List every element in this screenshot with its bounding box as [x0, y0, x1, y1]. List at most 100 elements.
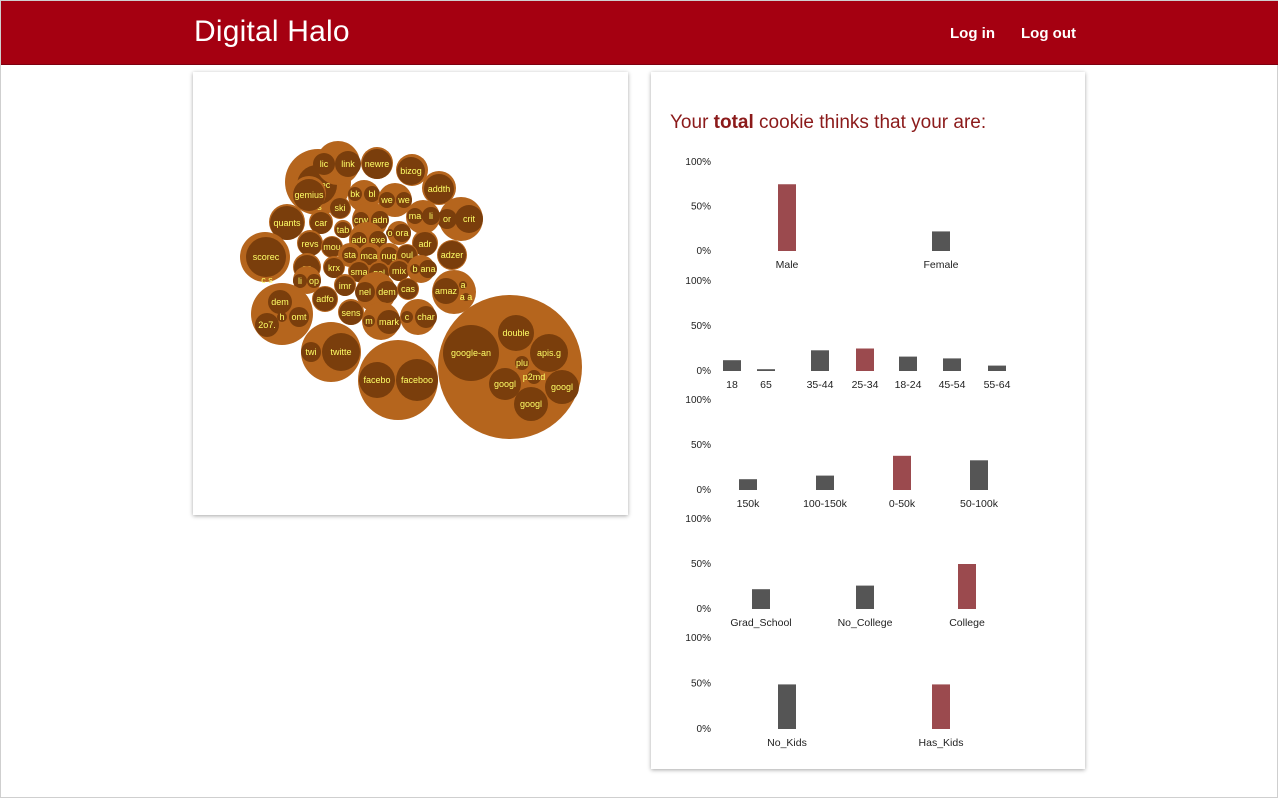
domain-label: dem: [378, 287, 396, 297]
bubble-cluster[interactable]: google-andoubleapis.gplup2mdgoogl googlgo…: [438, 295, 582, 439]
bubble-cluster[interactable]: dem h omt 2o7.: [251, 283, 313, 345]
domain-label: sta: [344, 250, 356, 260]
domain-label: facebo: [363, 375, 390, 385]
brand-title[interactable]: Digital Halo: [194, 15, 350, 49]
domain-label: scorec: [253, 252, 280, 262]
bar: [899, 356, 917, 371]
bar: [932, 684, 950, 729]
bubble-cluster[interactable]: ma li: [406, 200, 440, 234]
domain-label: googl: [551, 382, 573, 392]
domain-label: ado: [351, 235, 366, 245]
domain-label: nel: [359, 287, 371, 297]
bubble-cluster[interactable]: scorec c s: [240, 232, 290, 285]
domain-label: cas: [401, 284, 416, 294]
y-tick-label: 100%: [685, 633, 711, 644]
bubble-cluster[interactable]: m mark: [362, 302, 401, 340]
domain-label: ski: [335, 203, 346, 213]
bubble-cluster[interactable]: newre: [361, 147, 393, 179]
y-tick-label: 50%: [691, 440, 711, 451]
domain-label: addth: [428, 184, 451, 194]
domain-label: twitte: [330, 347, 351, 357]
bubble-cluster[interactable]: tab: [334, 220, 352, 238]
bubble-cluster[interactable]: revs: [297, 230, 323, 256]
y-tick-label: 100%: [685, 514, 711, 525]
y-tick-label: 100%: [685, 395, 711, 406]
bar: [811, 350, 829, 371]
domain-label: tab: [337, 225, 350, 235]
domain-label: crit: [463, 214, 475, 224]
domain-label: we: [397, 195, 410, 205]
domain-label: omt: [291, 312, 307, 322]
bubble-cluster[interactable]: facebo faceboo: [358, 340, 438, 420]
domain-label: dem: [271, 297, 289, 307]
category-label: Grad_School: [730, 617, 791, 629]
domain-label: p2md: [523, 372, 546, 382]
bubble-cluster[interactable]: amaza a a: [432, 270, 476, 314]
profile-panel: Your total cookie thinks that your are: …: [651, 72, 1085, 769]
bubble-cluster[interactable]: bizog: [396, 154, 428, 186]
bubble-cluster[interactable]: sens: [338, 299, 364, 325]
domain-label: a a: [460, 292, 473, 302]
bubble-cluster[interactable]: mix: [388, 259, 410, 281]
bubble-cluster[interactable]: imr: [334, 274, 356, 296]
bar: [723, 360, 741, 371]
y-tick-label: 50%: [691, 679, 711, 690]
bar: [988, 365, 1006, 371]
domain-label: char: [417, 312, 435, 322]
bar: [970, 460, 988, 490]
y-tick-label: 100%: [685, 157, 711, 168]
domain-label: 2o7.: [258, 320, 276, 330]
bar: [816, 475, 834, 490]
category-label: 55-64: [984, 379, 1011, 391]
domain-label: op: [309, 276, 319, 286]
logout-link[interactable]: Log out: [1021, 25, 1076, 42]
y-tick-label: 0%: [697, 366, 712, 377]
domain-label: we: [380, 195, 393, 205]
demographic-bar-charts: 100% 50% 0% Male Female 100% 50% 0% 18 65 35-44 25-…: [685, 157, 1010, 749]
bar: [752, 589, 770, 609]
domain-label: bizog: [400, 166, 422, 176]
bubble-cluster[interactable]: adfo: [312, 286, 338, 312]
domain-label: li: [298, 276, 302, 286]
domain-label: or: [443, 214, 451, 224]
domain-label: o: [387, 228, 392, 238]
category-label: 50-100k: [960, 498, 999, 510]
domain-label: car: [315, 218, 328, 228]
bar: [757, 369, 775, 371]
domain-label: twi: [306, 347, 317, 357]
y-tick-label: 50%: [691, 559, 711, 570]
bar: [778, 684, 796, 729]
bar: [739, 479, 757, 490]
domain-label: adzer: [441, 250, 464, 260]
bar: [856, 585, 874, 609]
domain-label: mark: [379, 317, 399, 327]
domain-label: amaz: [435, 286, 458, 296]
bar-chart: 100% 50% 0% Grad_School No_College College: [685, 514, 985, 629]
bubble-cluster[interactable]: c char: [400, 299, 437, 335]
domain-label: plu: [516, 358, 528, 368]
domain-label: krx: [328, 263, 340, 273]
domain-label: googl: [520, 399, 542, 409]
category-label: 35-44: [807, 379, 834, 391]
bar-chart: 100% 50% 0% 18 65 35-44 25-34 18-24 45-54 55-64: [685, 276, 1010, 391]
bar-chart: 100% 50% 0% Male Female: [685, 157, 958, 271]
bubble-cluster[interactable]: cas: [397, 278, 419, 300]
category-label: 65: [760, 379, 772, 391]
y-tick-label: 0%: [697, 485, 712, 496]
domain-label: google-an: [451, 348, 491, 358]
bubble-cluster[interactable]: adzer: [437, 240, 467, 270]
domain-label: h: [279, 312, 284, 322]
browser-frame: [0, 0, 1278, 798]
bar: [958, 564, 976, 609]
domain-label: b: [412, 264, 417, 274]
domain-label: bk: [350, 189, 360, 199]
login-link[interactable]: Log in: [950, 25, 995, 42]
category-label: 100-150k: [803, 498, 848, 510]
domain-label: mix: [392, 266, 406, 276]
y-tick-label: 0%: [697, 604, 712, 615]
bubble-cluster[interactable]: o ora: [386, 221, 411, 245]
bubble-cluster[interactable]: ski: [329, 197, 351, 219]
bubble-cluster[interactable]: twi twitte: [301, 322, 361, 382]
domain-label: googl: [494, 379, 516, 389]
y-tick-label: 0%: [697, 724, 712, 735]
